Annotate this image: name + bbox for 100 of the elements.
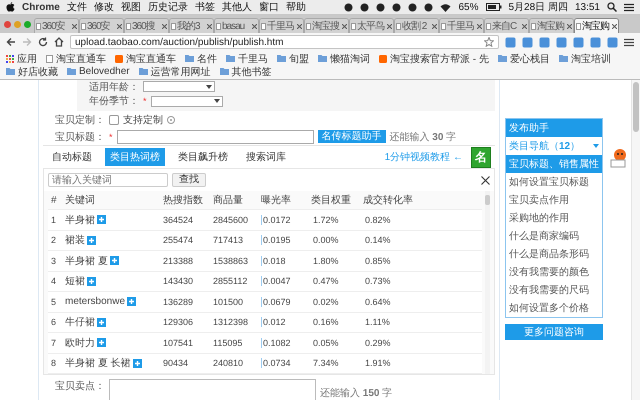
menu-clock: 13:51 — [574, 2, 600, 12]
browser-tab[interactable]: 淘宝购 — [574, 18, 619, 33]
browser-tab[interactable]: 太平鸟 — [349, 18, 394, 33]
browser-tab[interactable]: 千里马 — [439, 18, 484, 33]
help-link[interactable]: 采购地的作用 — [506, 209, 602, 227]
menu-item[interactable]: 帮助 — [286, 0, 306, 14]
browser-tab[interactable]: 来自C — [484, 18, 529, 33]
extension-icon[interactable] — [505, 36, 516, 48]
folder-icon — [138, 68, 148, 75]
bookmark-item[interactable]: Belovedher — [67, 65, 130, 78]
browser-tab[interactable]: 360安 — [79, 18, 124, 33]
extension-icon[interactable] — [607, 36, 618, 48]
page-icon — [441, 22, 446, 30]
scrollbar[interactable] — [485, 191, 490, 374]
menu-item[interactable]: 书签 — [194, 0, 215, 14]
browser-tab[interactable]: basau — [214, 18, 259, 33]
tool-tab[interactable]: 类目飙升榜 — [173, 148, 233, 166]
field-label: 宝贝标题： — [54, 130, 105, 144]
browser-tab[interactable]: 360搜 — [124, 18, 169, 33]
title-input[interactable] — [116, 130, 314, 144]
app-menu[interactable]: Chrome — [22, 2, 60, 12]
bookmark-item[interactable]: 淘宝直通车 — [115, 52, 176, 65]
extension-icon[interactable] — [522, 36, 533, 48]
help-icon[interactable] — [167, 116, 175, 124]
table-cell-text: 717413 — [213, 235, 244, 246]
table-cell-text: 1.72% — [313, 214, 340, 225]
bookmark-item[interactable]: 千里马 — [226, 52, 268, 65]
page-icon — [531, 22, 536, 30]
menu-item[interactable]: 视图 — [120, 0, 141, 14]
search-icon[interactable] — [607, 2, 617, 12]
bookmark-item[interactable]: 名件 — [185, 52, 217, 65]
menu-item[interactable]: 其他人 — [222, 0, 252, 14]
search-button[interactable]: 查找 — [172, 173, 206, 187]
wifi-icon[interactable] — [440, 2, 452, 12]
plus-icon[interactable] — [87, 236, 96, 245]
table-cell-text: 115095 — [213, 338, 244, 348]
back-icon[interactable] — [6, 37, 16, 47]
help-link[interactable]: 宝贝卖点作用 — [506, 191, 602, 209]
extension-icon[interactable] — [539, 36, 550, 48]
menu-item[interactable]: 文件 — [66, 0, 87, 14]
tool-tab[interactable]: 自动标题 — [47, 148, 97, 166]
extension-icon[interactable] — [556, 36, 567, 48]
extension-icon[interactable] — [573, 36, 584, 48]
plus-icon[interactable] — [110, 256, 119, 266]
browser-tab[interactable]: 360安 — [34, 18, 79, 33]
help-link[interactable]: 没有我需要的尺码 — [506, 281, 602, 299]
close-icon[interactable] — [481, 176, 490, 184]
home-icon[interactable] — [54, 37, 64, 47]
plus-icon[interactable] — [97, 318, 106, 327]
menu-item[interactable]: 历史记录 — [148, 0, 188, 14]
menu-icon[interactable] — [624, 38, 634, 46]
plus-icon[interactable] — [132, 358, 142, 368]
help-link[interactable]: 什么是商品条形码 — [506, 245, 602, 263]
page-icon — [126, 22, 131, 30]
plus-icon[interactable] — [97, 215, 106, 224]
close-icon[interactable] — [612, 24, 617, 28]
bookmark-item[interactable]: 懒猫淘词 — [318, 52, 370, 65]
browser-tab[interactable]: 我的3 — [169, 18, 214, 33]
battery-icon[interactable] — [486, 3, 502, 11]
reload-icon[interactable] — [38, 37, 48, 47]
help-link[interactable]: 如何设置多个价格 — [506, 299, 602, 317]
window-controls-drawing[interactable] — [4, 20, 31, 28]
table-cell-text: 107541 — [163, 338, 194, 348]
keyword-search-field[interactable]: 请输入关键词 — [48, 173, 168, 187]
page-icon — [171, 22, 176, 30]
plus-icon[interactable] — [87, 276, 96, 286]
page-icon — [46, 54, 53, 62]
bookmark-item[interactable]: 爱心栈目 — [498, 52, 550, 65]
table-cell-text: 0.00% — [313, 235, 340, 246]
bookmark-item[interactable]: 淘宝搜索官方帮派 - 先 — [379, 52, 489, 65]
bookmark-item[interactable]: 应用 — [6, 52, 37, 65]
tool-tab[interactable]: 搜索词库 — [241, 148, 291, 166]
checkbox[interactable] — [109, 114, 119, 124]
plus-icon[interactable] — [127, 297, 136, 306]
column-header: 类目权重 — [311, 194, 352, 207]
extension-icon[interactable] — [590, 36, 601, 48]
browser-tab[interactable]: 淘宝搜 — [304, 18, 349, 33]
bookmark-item[interactable]: 淘宝直通车 — [46, 52, 106, 65]
scrollbar[interactable] — [631, 80, 640, 400]
bookmark-item[interactable]: 淘宝培训 — [558, 52, 611, 65]
list-icon[interactable] — [624, 2, 634, 12]
bookmark-item[interactable]: 好店收藏 — [6, 65, 58, 78]
help-link[interactable]: 如何设置宝贝标题 — [506, 173, 602, 191]
browser-tab[interactable]: 淘宝购 — [529, 18, 574, 33]
bookmark-item[interactable]: 运营常用网址 — [138, 65, 211, 78]
apple-icon[interactable] — [6, 2, 15, 12]
star-icon[interactable] — [484, 37, 494, 47]
browser-tab[interactable]: 千里马 — [259, 18, 304, 33]
address-field[interactable]: upload.taobao.com/auction/publish/publish.htm — [70, 35, 499, 49]
field-label: 年份季节： — [88, 94, 139, 108]
bookmark-item[interactable]: 旬盟 — [277, 52, 309, 65]
table-cell-text: 7.34% — [313, 358, 340, 368]
plus-icon[interactable] — [97, 338, 106, 348]
bookmark-item[interactable]: 其他书签 — [220, 65, 272, 78]
menu-item[interactable]: 窗口 — [258, 0, 279, 14]
help-link[interactable]: 什么是商家编码 — [506, 227, 602, 245]
table-cell-text: 1.80% — [313, 256, 340, 266]
menu-item[interactable]: 修改 — [94, 0, 114, 14]
help-link[interactable]: 没有我需要的颜色 — [506, 263, 602, 281]
browser-tab[interactable]: 收割 2 — [394, 18, 439, 33]
